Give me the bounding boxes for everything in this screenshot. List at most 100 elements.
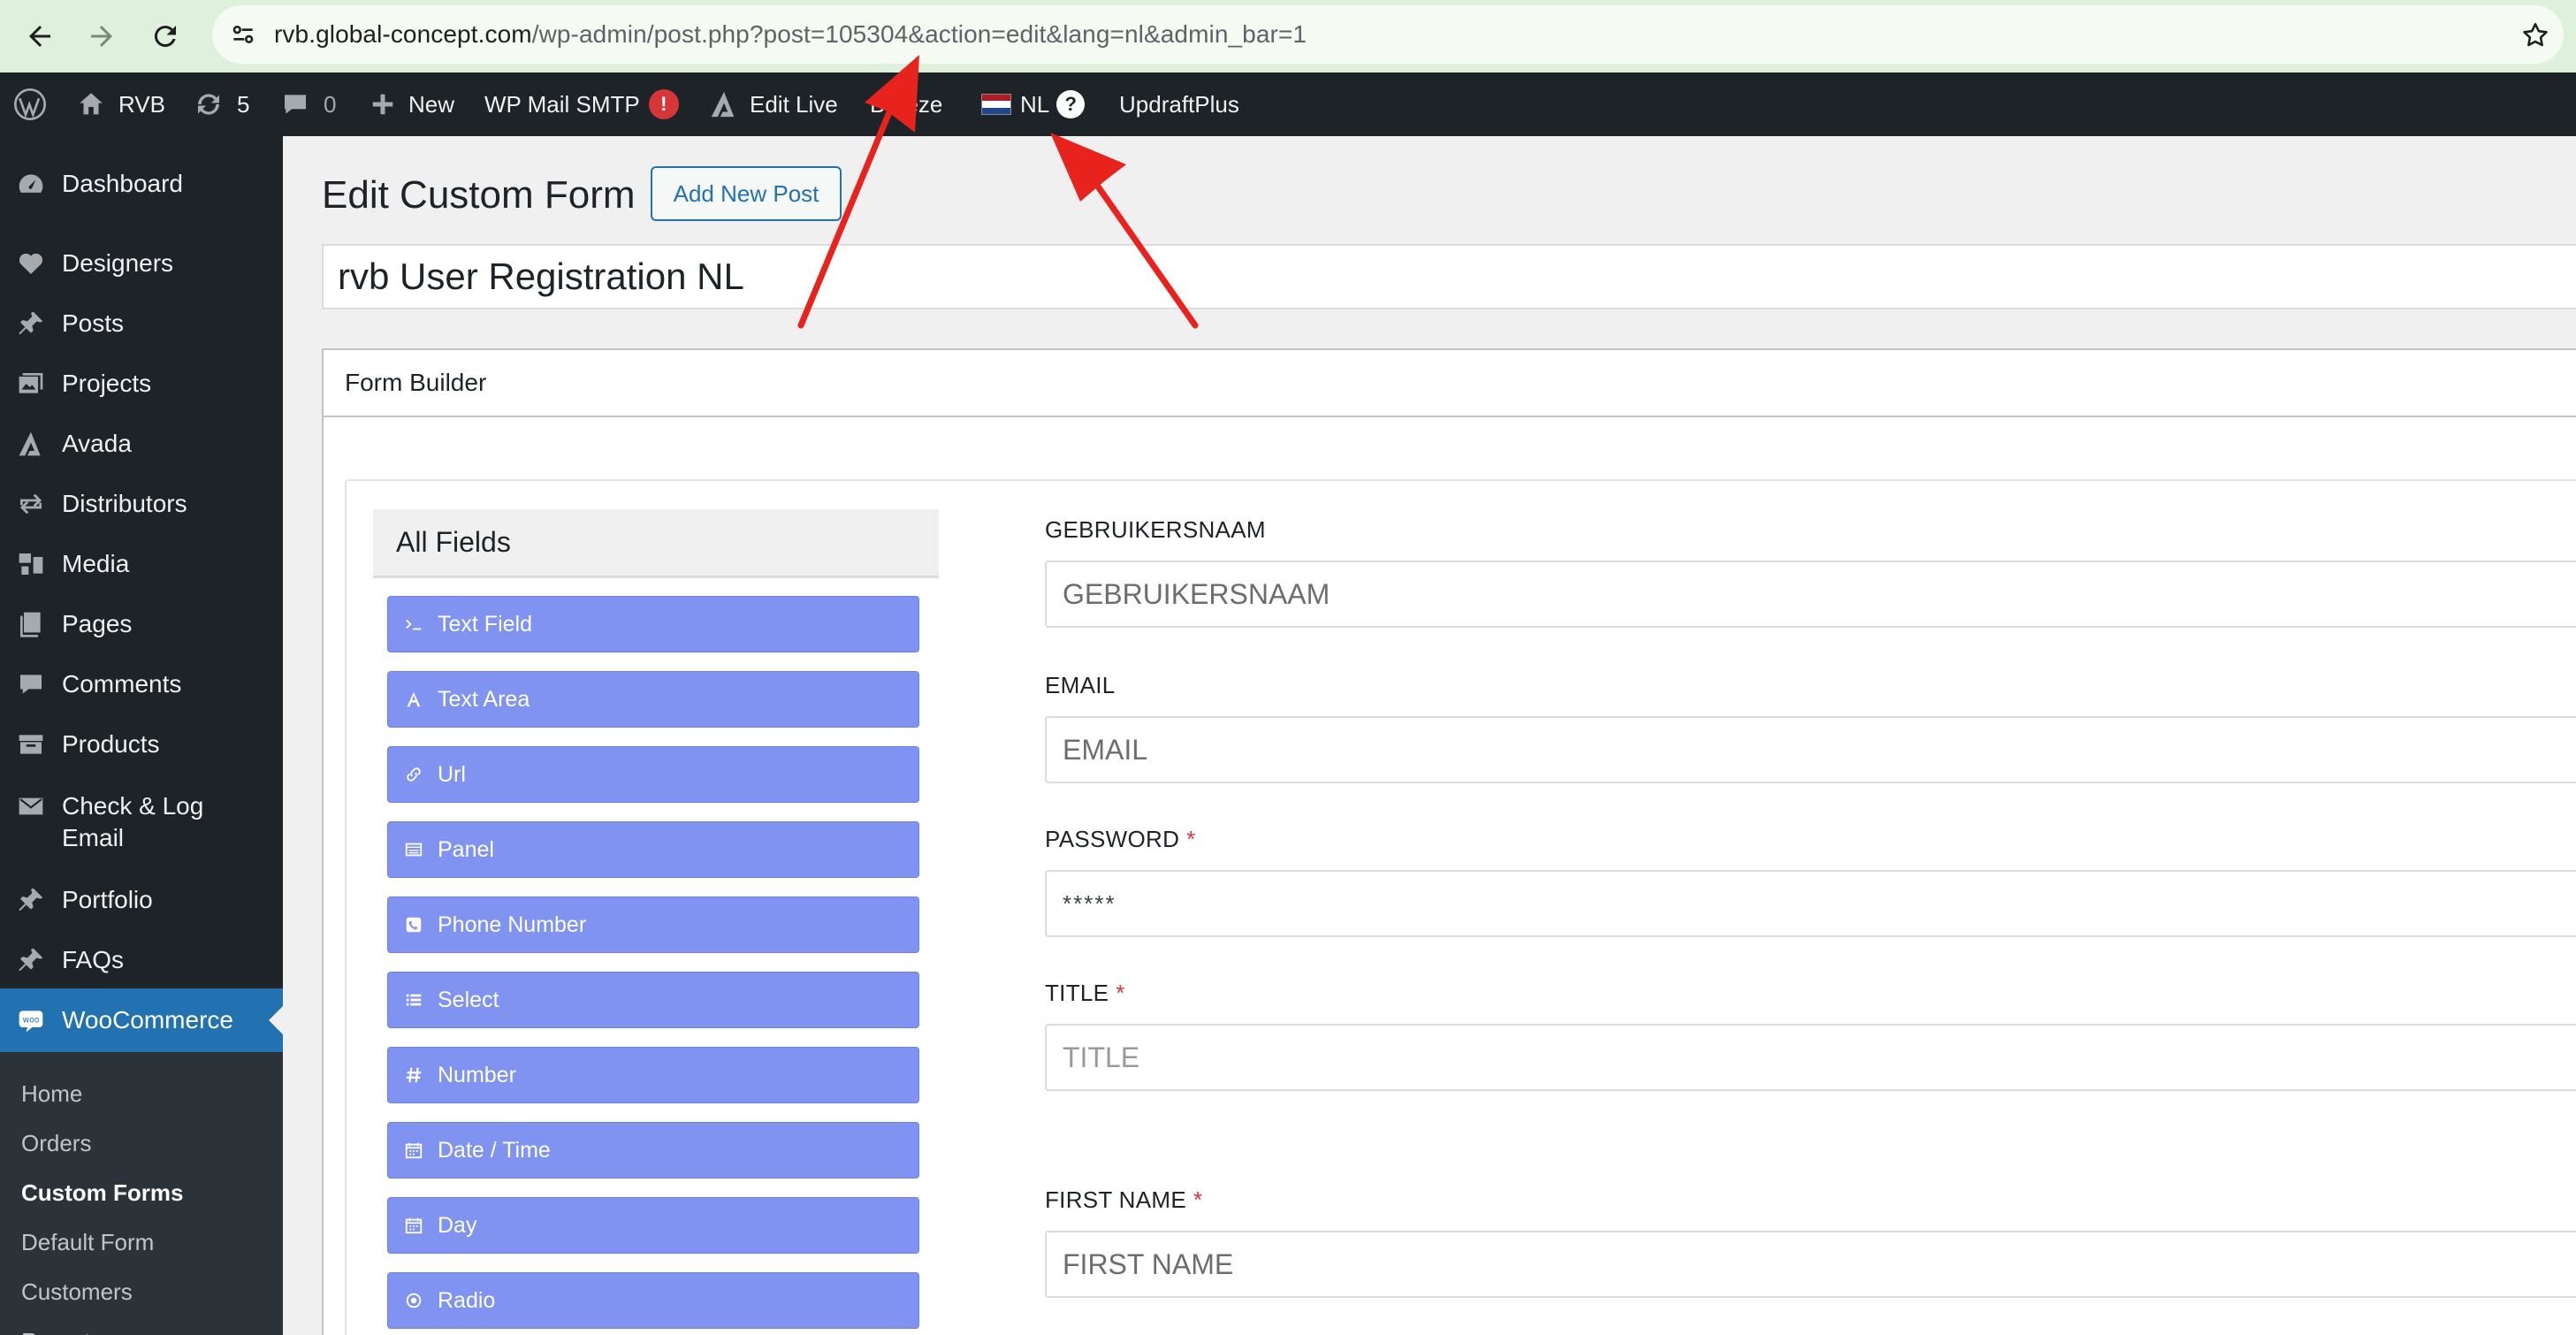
submenu-customers[interactable]: Customers [21, 1278, 133, 1306]
avada-icon [711, 91, 735, 118]
help-icon: ? [1056, 90, 1086, 118]
form-builder-heading: Form Builder [324, 350, 2576, 417]
field-button-radio[interactable]: Radio [387, 1272, 919, 1329]
gallery-icon [0, 368, 62, 400]
pin-icon [0, 884, 62, 916]
field-button-number[interactable]: Number [387, 1047, 919, 1103]
svg-text:woo: woo [22, 1016, 39, 1026]
back-arrow-icon [29, 26, 50, 47]
post-title-input[interactable]: rvb User Registration NL [322, 244, 2576, 309]
updraftplus-label: UpdraftPlus [1119, 90, 1239, 118]
language-switcher[interactable]: NL ? [981, 72, 1086, 136]
all-fields-panel: All Fields Text Field Text Area Url Pane… [373, 509, 939, 1329]
url-text: rvb.global-concept.com/wp-admin/post.php… [274, 20, 1307, 49]
dashboard-icon [0, 168, 62, 200]
field-button-panel[interactable]: Panel [387, 821, 919, 878]
sidebar-item-products[interactable]: Products [0, 729, 283, 760]
sidebar-item-projects[interactable]: Projects [0, 368, 283, 400]
updates-count: 5 [237, 90, 250, 118]
updates-link[interactable]: 5 [193, 72, 249, 136]
updraftplus-link[interactable]: UpdraftPlus [1119, 72, 1239, 136]
input-password[interactable]: ***** [1045, 870, 2576, 937]
panel-icon [404, 840, 438, 859]
field-button-date-time[interactable]: Date / Time [387, 1122, 919, 1179]
sidebar-item-avada[interactable]: Avada [0, 428, 283, 460]
breeze-label: Breeze [870, 90, 943, 118]
sidebar-item-comments[interactable]: Comments [0, 668, 283, 700]
comments-link[interactable]: 0 [281, 72, 336, 136]
field-label-gebruikersnaam: GEBRUIKERSNAAM [1045, 516, 1266, 543]
pin-icon [0, 944, 62, 976]
arrows-icon [0, 488, 62, 520]
input-gebruikersnaam[interactable]: GEBRUIKERSNAAM [1045, 561, 2576, 628]
field-button-text-field[interactable]: Text Field [387, 596, 919, 652]
sidebar-item-check-log-email[interactable]: Check & Log Email [0, 790, 283, 854]
input-first-name[interactable]: FIRST NAME [1045, 1231, 2576, 1298]
submenu-custom-forms[interactable]: Custom Forms [21, 1179, 183, 1207]
wp-admin-bar: RVB 5 0 New WP Mail SMTP ! Edit Live Bre… [0, 72, 2576, 136]
wordpress-logo-icon[interactable] [12, 72, 48, 136]
radio-icon [404, 1291, 438, 1310]
pages-icon [0, 608, 62, 640]
sidebar-item-faqs[interactable]: FAQs [0, 944, 283, 976]
input-title[interactable]: TITLE [1045, 1024, 2576, 1091]
required-asterisk: * [1193, 1186, 1203, 1213]
home-icon [80, 93, 103, 115]
edit-live-link[interactable]: Edit Live [709, 72, 838, 136]
woo-icon: woo [0, 1004, 62, 1036]
font-icon [404, 690, 438, 709]
required-asterisk: * [1186, 826, 1196, 852]
submenu-home[interactable]: Home [21, 1080, 82, 1108]
field-button-url[interactable]: Url [387, 746, 919, 803]
bookmark-star-icon[interactable] [2516, 16, 2555, 55]
media-icon [0, 548, 62, 580]
pin-icon [0, 308, 62, 339]
sidebar-item-dashboard[interactable]: Dashboard [0, 168, 283, 200]
url-path: /wp-admin/post.php?post=105304&action=ed… [531, 20, 1307, 48]
submenu-default-form[interactable]: Default Form [21, 1229, 154, 1256]
field-label-first-name: FIRST NAME * [1045, 1186, 1203, 1213]
reload-button[interactable] [133, 0, 198, 72]
field-button-text-area[interactable]: Text Area [387, 671, 919, 728]
field-button-phone-number[interactable]: Phone Number [387, 896, 919, 953]
main-content: Edit Custom Form Add New Post rvb User R… [283, 136, 2576, 1335]
field-button-day[interactable]: Day [387, 1197, 919, 1254]
sidebar-item-media[interactable]: Media [0, 548, 283, 580]
site-info-icon[interactable] [212, 5, 274, 64]
input-email[interactable]: EMAIL [1045, 716, 2576, 783]
new-content-link[interactable]: New [370, 72, 454, 136]
add-new-post-button[interactable]: Add New Post [651, 166, 842, 221]
submenu-orders[interactable]: Orders [21, 1130, 91, 1157]
sidebar-item-designers[interactable]: Designers [0, 248, 283, 279]
sidebar-item-posts[interactable]: Posts [0, 308, 283, 339]
field-button-select[interactable]: Select [387, 972, 919, 1028]
address-bar[interactable]: rvb.global-concept.com/wp-admin/post.php… [212, 5, 2564, 64]
wp-mail-smtp-label: WP Mail SMTP [484, 90, 640, 118]
calendar-icon [404, 1216, 438, 1235]
page-title: Edit Custom Form [322, 173, 636, 217]
submenu-reports[interactable]: Reports [21, 1328, 102, 1335]
sidebar-item-pages[interactable]: Pages [0, 608, 283, 640]
forward-arrow-icon [91, 26, 112, 47]
heart-icon [0, 248, 62, 279]
browser-toolbar: rvb.global-concept.com/wp-admin/post.php… [0, 0, 2576, 72]
form-builder-box: Form Builder All Fields Text Field Text … [322, 348, 2576, 1335]
admin-sidebar: Dashboard Designers Posts Projects Avada… [0, 136, 283, 1335]
sidebar-item-distributors[interactable]: Distributors [0, 488, 283, 520]
url-host: rvb.global-concept.com [274, 20, 532, 48]
sidebar-item-woocommerce[interactable]: woo WooCommerce [0, 988, 283, 1052]
current-menu-arrow [269, 1006, 283, 1034]
list-icon [404, 990, 438, 1010]
forward-button[interactable] [69, 0, 134, 72]
site-name-link[interactable]: RVB [76, 72, 165, 136]
plus-icon [372, 94, 393, 115]
breeze-link[interactable]: Breeze [870, 72, 942, 136]
avada-icon [0, 428, 62, 460]
archive-icon [0, 729, 62, 760]
back-button[interactable] [7, 0, 72, 72]
wp-mail-smtp-link[interactable]: WP Mail SMTP ! [484, 72, 679, 136]
comments-count: 0 [324, 90, 337, 118]
new-label: New [408, 90, 455, 118]
field-label-title: TITLE * [1045, 980, 1125, 1006]
sidebar-item-portfolio[interactable]: Portfolio [0, 884, 283, 916]
